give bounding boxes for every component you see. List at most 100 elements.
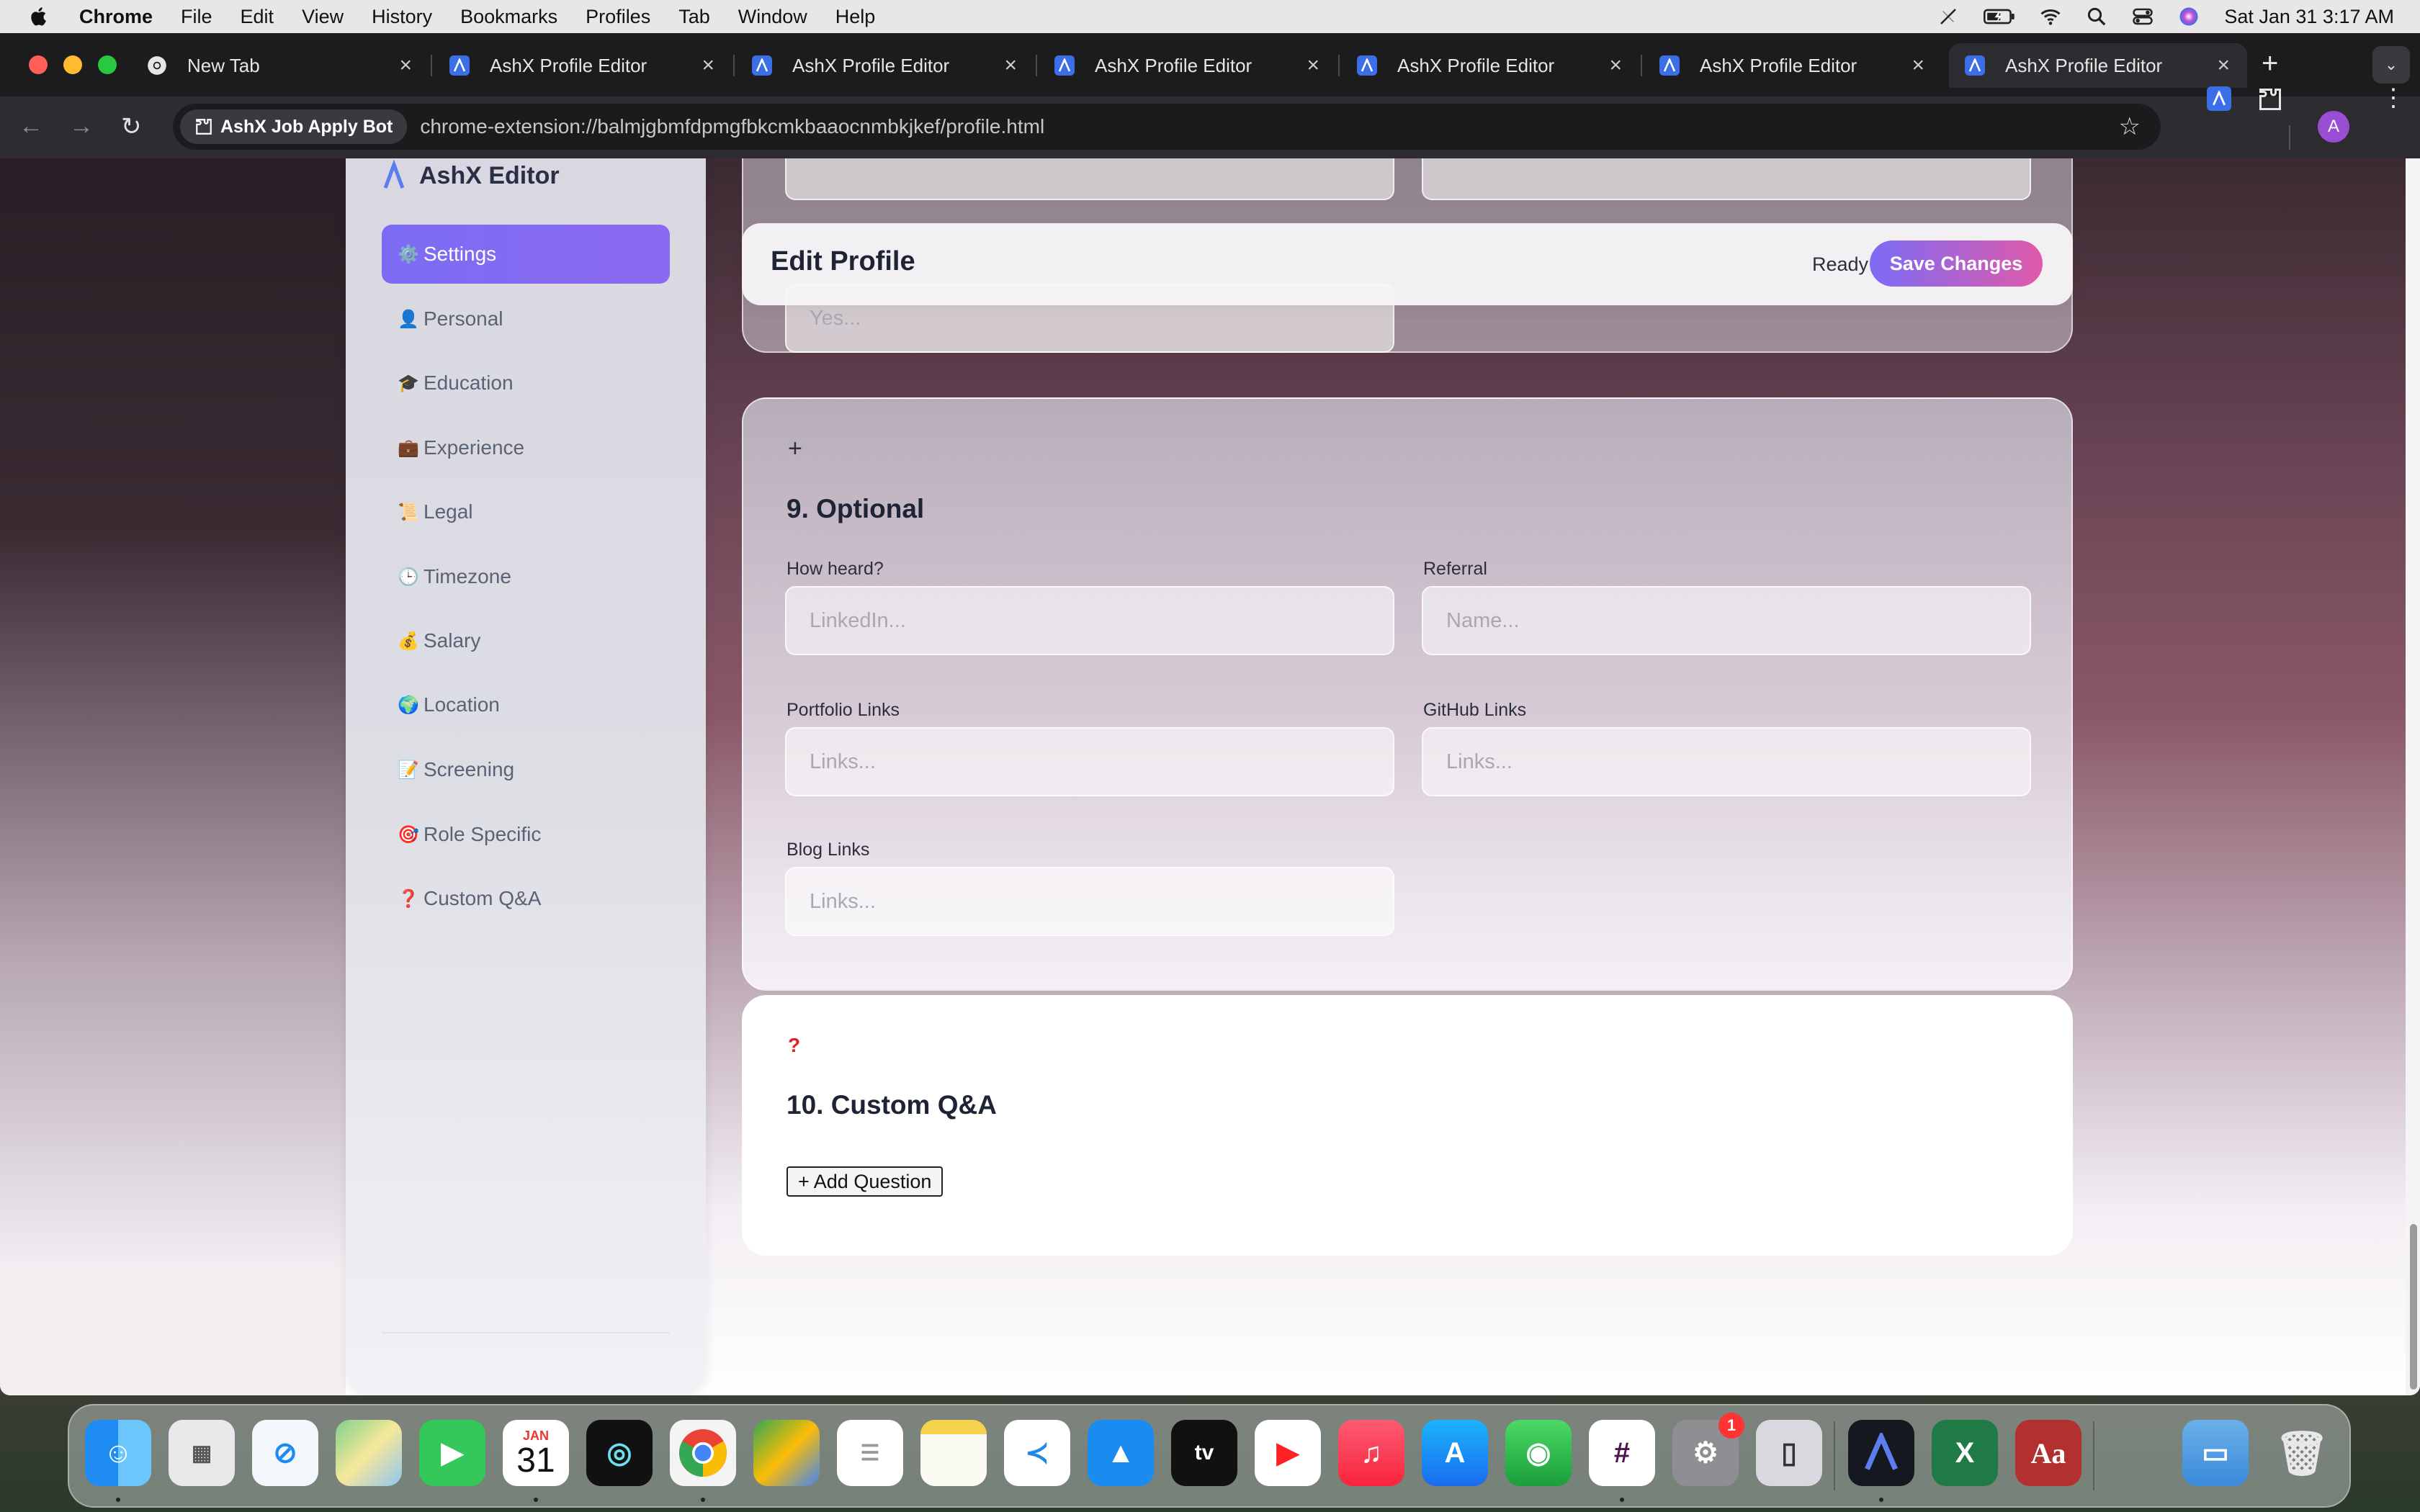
control-center-icon[interactable] [2132, 6, 2154, 27]
close-tab-icon[interactable]: × [1609, 53, 1622, 78]
close-tab-icon[interactable]: × [1912, 53, 1924, 78]
extensions-puzzle-icon[interactable] [2257, 86, 2283, 112]
slack-icon[interactable]: # [1589, 1420, 1655, 1486]
youtube-music-icon[interactable]: ▶ [1255, 1420, 1321, 1486]
reload-icon[interactable]: ↻ [121, 112, 142, 141]
tv-icon[interactable]: tv [1171, 1420, 1237, 1486]
music-icon[interactable]: ♫ [1338, 1420, 1404, 1486]
finder-icon[interactable]: ☺ [85, 1420, 151, 1486]
menu-help[interactable]: Help [835, 6, 876, 28]
ashx-icon [1965, 55, 1985, 76]
how-heard-label: How heard? [786, 559, 884, 579]
menu-bookmarks[interactable]: Bookmarks [460, 6, 557, 28]
bookmark-star-icon[interactable]: ☆ [2119, 112, 2141, 141]
maps-icon[interactable] [336, 1420, 402, 1486]
keynote-icon[interactable]: ▲ [1088, 1420, 1154, 1486]
calendar-icon[interactable]: JAN 31 [503, 1420, 569, 1486]
menu-edit[interactable]: Edit [241, 6, 274, 28]
excel-icon[interactable]: X [1932, 1420, 1998, 1486]
menu-file[interactable]: File [181, 6, 212, 28]
back-arrow-icon[interactable]: ← [19, 112, 43, 140]
sidebar-item-custom-qa[interactable]: ❓ Custom Q&A [382, 869, 670, 928]
menu-history[interactable]: History [372, 6, 432, 28]
address-bar[interactable]: AshX Job Apply Bot chrome-extension://ba… [173, 104, 2161, 150]
chrome-icon[interactable] [670, 1420, 736, 1486]
tab-ashx-profile-editor[interactable]: AshX Profile Editor × [736, 43, 1034, 88]
new-tab-plus-icon[interactable]: + [2262, 48, 2278, 80]
close-tab-icon[interactable]: × [399, 53, 412, 78]
close-window-button[interactable] [29, 55, 48, 74]
ashx-extension-icon[interactable] [2207, 86, 2231, 111]
notes-icon[interactable] [920, 1420, 987, 1486]
tab-ashx-profile-editor[interactable]: AshX Profile Editor × [1644, 43, 1942, 88]
trash-icon[interactable]: 🗑 [2269, 1420, 2335, 1486]
pen-slash-icon[interactable] [1937, 6, 1959, 27]
add-question-button[interactable]: + Add Question [786, 1166, 944, 1197]
sidebar-item-personal[interactable]: 👤 Personal [382, 289, 670, 348]
sidebar-item-screening[interactable]: 📝 Screening [382, 740, 670, 799]
previous-field-input[interactable] [785, 158, 1394, 200]
sidebar-item-label: Experience [424, 436, 525, 459]
close-tab-icon[interactable]: × [1307, 53, 1319, 78]
sidebar-item-settings[interactable]: ⚙️ Settings [382, 225, 670, 284]
site-info-chip[interactable]: AshX Job Apply Bot [180, 109, 408, 144]
tab-search-chevron-icon[interactable]: ⌄ [2372, 46, 2410, 84]
menu-window[interactable]: Window [738, 6, 807, 28]
sidebar-item-role-specific[interactable]: 🎯 Role Specific [382, 805, 670, 864]
chrome-menu-kebab-icon[interactable]: ⋮ [2381, 84, 2406, 112]
dictionary-icon[interactable]: Aa [2015, 1420, 2081, 1486]
menu-profiles[interactable]: Profiles [586, 6, 650, 28]
close-tab-icon[interactable]: × [1004, 53, 1017, 78]
tab-new-tab[interactable]: New Tab × [131, 43, 429, 88]
section-title: 10. Custom Q&A [786, 1090, 997, 1120]
referral-input[interactable]: Name... [1422, 586, 2031, 655]
how-heard-input[interactable]: LinkedIn... [785, 586, 1394, 655]
vscode-icon[interactable]: ≺ [1004, 1420, 1070, 1486]
apple-menu-icon[interactable] [29, 5, 50, 28]
blog-links-input[interactable]: Links... [785, 867, 1394, 936]
close-tab-icon[interactable]: × [702, 53, 714, 78]
find-my-icon[interactable]: ◉ [1505, 1420, 1572, 1486]
wifi-icon[interactable] [2040, 6, 2061, 27]
siri-icon[interactable] [2178, 6, 2200, 27]
messages-icon[interactable] [753, 1420, 820, 1486]
tab-ashx-profile-editor[interactable]: AshX Profile Editor × [1039, 43, 1337, 88]
forward-arrow-icon[interactable]: → [69, 112, 94, 140]
spotlight-search-icon[interactable] [2086, 6, 2107, 27]
github-links-input[interactable]: Links... [1422, 727, 2031, 796]
sidebar-item-education[interactable]: 🎓 Education [382, 354, 670, 413]
menu-view[interactable]: View [302, 6, 344, 28]
zoom-window-button[interactable] [98, 55, 117, 74]
system-settings-icon[interactable]: ⚙ 1 [1672, 1413, 1744, 1486]
sidebar-item-experience[interactable]: 💼 Experience [382, 418, 670, 477]
sidebar-item-salary[interactable]: 💰 Salary [382, 611, 670, 670]
portfolio-links-input[interactable]: Links... [785, 727, 1394, 796]
elytra-icon[interactable]: ◎ [586, 1420, 653, 1486]
profile-avatar[interactable]: A [2318, 111, 2349, 143]
page-scrollbar[interactable] [2406, 158, 2420, 1395]
menu-app-name[interactable]: Chrome [79, 6, 153, 28]
menu-tab[interactable]: Tab [678, 6, 710, 28]
battery-icon[interactable] [1984, 6, 2015, 27]
safari-icon[interactable]: ⊘ [252, 1420, 318, 1486]
facetime-icon[interactable]: ▶ [419, 1420, 485, 1486]
tab-ashx-profile-editor-active[interactable]: AshX Profile Editor × [1949, 43, 2247, 88]
app-store-icon[interactable]: A [1422, 1420, 1488, 1486]
scrollbar-thumb[interactable] [2410, 1224, 2417, 1390]
close-tab-icon[interactable]: × [2217, 53, 2230, 78]
sidebar-item-location[interactable]: 🌍 Location [382, 675, 670, 734]
sidebar-item-timezone[interactable]: 🕒 Timezone [382, 547, 670, 606]
tab-ashx-profile-editor[interactable]: AshX Profile Editor × [1341, 43, 1639, 88]
menu-clock[interactable]: Sat Jan 31 3:17 AM [2224, 6, 2394, 28]
ashx-icon[interactable] [1848, 1420, 1914, 1486]
previous-field-input[interactable] [1422, 158, 2031, 200]
reminders-icon[interactable]: ☰ [837, 1420, 903, 1486]
url-text[interactable]: chrome-extension://balmjgbmfdpmgfbkcmkba… [420, 115, 1044, 138]
tab-ashx-profile-editor[interactable]: AshX Profile Editor × [434, 43, 732, 88]
sidebar-item-legal[interactable]: 📜 Legal [382, 482, 670, 541]
minimize-window-button[interactable] [63, 55, 82, 74]
iphone-mirroring-icon[interactable]: ▯ [1756, 1420, 1822, 1486]
downloads-folder-icon[interactable]: ▭ [2182, 1420, 2249, 1486]
save-changes-button[interactable]: Save Changes [1870, 240, 2043, 287]
launchpad-icon[interactable]: ▦ [169, 1420, 235, 1486]
